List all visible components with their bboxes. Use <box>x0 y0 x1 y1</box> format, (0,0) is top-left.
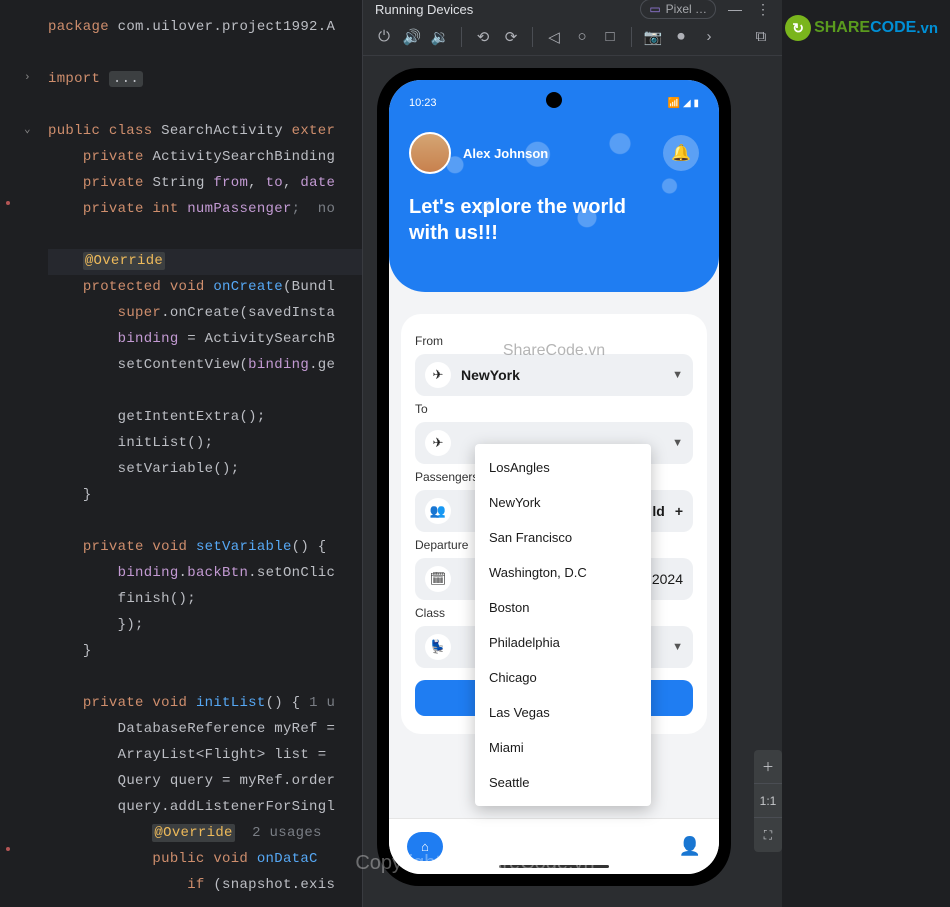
dropdown-item[interactable]: Boston <box>475 590 651 625</box>
avatar[interactable] <box>409 132 451 174</box>
zoom-ratio-button[interactable]: 1:1 <box>754 784 782 818</box>
search-card: ShareCode.vn From ✈ NewYork ▼ To ✈ ▼ Los… <box>401 314 707 734</box>
breakpoint-marker[interactable] <box>6 201 10 205</box>
forward-icon[interactable]: › <box>700 28 718 45</box>
home-icon: ⌂ <box>421 839 429 854</box>
city-dropdown: LosAngles NewYork San Francisco Washingt… <box>475 444 651 806</box>
app-header: 10:23 📶 ◢ ▮ Alex Johnson 🔔 Let's explore… <box>389 80 719 292</box>
seat-icon: 💺 <box>425 634 451 660</box>
overview-icon[interactable]: □ <box>601 28 619 45</box>
people-icon: 👥 <box>425 498 451 524</box>
more-icon[interactable]: ⋮ <box>756 1 770 18</box>
home-indicator <box>499 865 609 868</box>
dropdown-item[interactable]: Philadelphia <box>475 625 651 660</box>
sharecode-icon: ↻ <box>785 15 811 41</box>
chevron-down-icon: ▼ <box>672 369 683 381</box>
power-icon[interactable]: ⏻ <box>375 28 393 45</box>
volume-up-icon[interactable]: 🔊 <box>403 28 421 46</box>
zoom-fit-button[interactable]: ⛶ <box>754 818 782 852</box>
device-icon: ▭ <box>649 2 660 16</box>
back-icon[interactable]: ◁ <box>545 28 563 46</box>
dropdown-item[interactable]: Miami <box>475 730 651 765</box>
devices-header: Running Devices ▭ Pixel … ― ⋮ <box>363 0 782 18</box>
editor-gutter: › ⌄ <box>0 0 40 907</box>
plus-icon[interactable]: + <box>675 503 683 519</box>
status-icons: 📶 ◢ ▮ <box>668 98 699 109</box>
record-icon[interactable]: ⏺ <box>672 28 690 45</box>
dropdown-item[interactable]: Seattle <box>475 765 651 800</box>
screenshot-icon[interactable]: 📷 <box>644 28 662 46</box>
breakpoint-marker[interactable] <box>6 847 10 851</box>
minimize-icon[interactable]: ― <box>728 1 742 18</box>
phone-frame: 10:23 📶 ◢ ▮ Alex Johnson 🔔 Let's explore… <box>377 68 731 886</box>
fold-icon[interactable]: › <box>24 68 31 88</box>
settings-icon[interactable]: ⧉ <box>752 28 770 45</box>
nav-profile-button[interactable]: 👤 <box>679 836 701 857</box>
dropdown-item[interactable]: NewYork <box>475 485 651 520</box>
running-devices-panel: Running Devices ▭ Pixel … ― ⋮ ⏻ 🔊 🔉 ⟲ ⟳ … <box>362 0 782 907</box>
rotate-right-icon[interactable]: ⟳ <box>502 28 520 46</box>
bell-icon: 🔔 <box>671 143 691 163</box>
nav-home-button[interactable]: ⌂ <box>407 832 443 861</box>
dropdown-item[interactable]: Chicago <box>475 660 651 695</box>
device-tab[interactable]: ▭ Pixel … <box>640 0 716 19</box>
plane-arrive-icon: ✈ <box>425 430 451 456</box>
device-toolbar: ⏻ 🔊 🔉 ⟲ ⟳ ◁ ○ □ 📷 ⏺ › ⧉ <box>363 18 782 56</box>
device-tab-label: Pixel … <box>666 2 707 16</box>
username: Alex Johnson <box>463 146 548 161</box>
dropdown-item[interactable]: Washington, D.C <box>475 555 651 590</box>
sharecode-logo: ↻ SHARECODE.vn <box>785 15 938 41</box>
zoom-in-button[interactable]: ＋ <box>754 750 782 784</box>
dropdown-item[interactable]: Las Vegas <box>475 695 651 730</box>
phone-camera-notch <box>546 92 562 108</box>
zoom-controls: ＋ 1:1 ⛶ <box>754 750 782 852</box>
chevron-down-icon: ▼ <box>672 641 683 653</box>
dropdown-item[interactable]: San Francisco <box>475 520 651 555</box>
status-time: 10:23 <box>409 97 437 109</box>
plane-depart-icon: ✈ <box>425 362 451 388</box>
from-input[interactable]: ✈ NewYork ▼ <box>415 354 693 396</box>
bottom-nav: ⌂ 👤 <box>389 818 719 874</box>
phone-screen[interactable]: 10:23 📶 ◢ ▮ Alex Johnson 🔔 Let's explore… <box>389 80 719 874</box>
volume-down-icon[interactable]: 🔉 <box>431 28 449 46</box>
to-label: To <box>415 402 693 416</box>
chevron-down-icon: ▼ <box>672 437 683 449</box>
headline: Let's explore the world with us!!! <box>409 194 699 246</box>
dropdown-item[interactable]: LosAngles <box>475 450 651 485</box>
rotate-left-icon[interactable]: ⟲ <box>474 28 492 46</box>
devices-title: Running Devices <box>375 2 640 17</box>
from-value: NewYork <box>461 367 662 383</box>
from-label: From <box>415 334 693 348</box>
fold-icon[interactable]: ⌄ <box>24 120 31 140</box>
notification-button[interactable]: 🔔 <box>663 135 699 171</box>
calendar-icon: 🗓 <box>425 566 451 592</box>
home-icon[interactable]: ○ <box>573 28 591 45</box>
